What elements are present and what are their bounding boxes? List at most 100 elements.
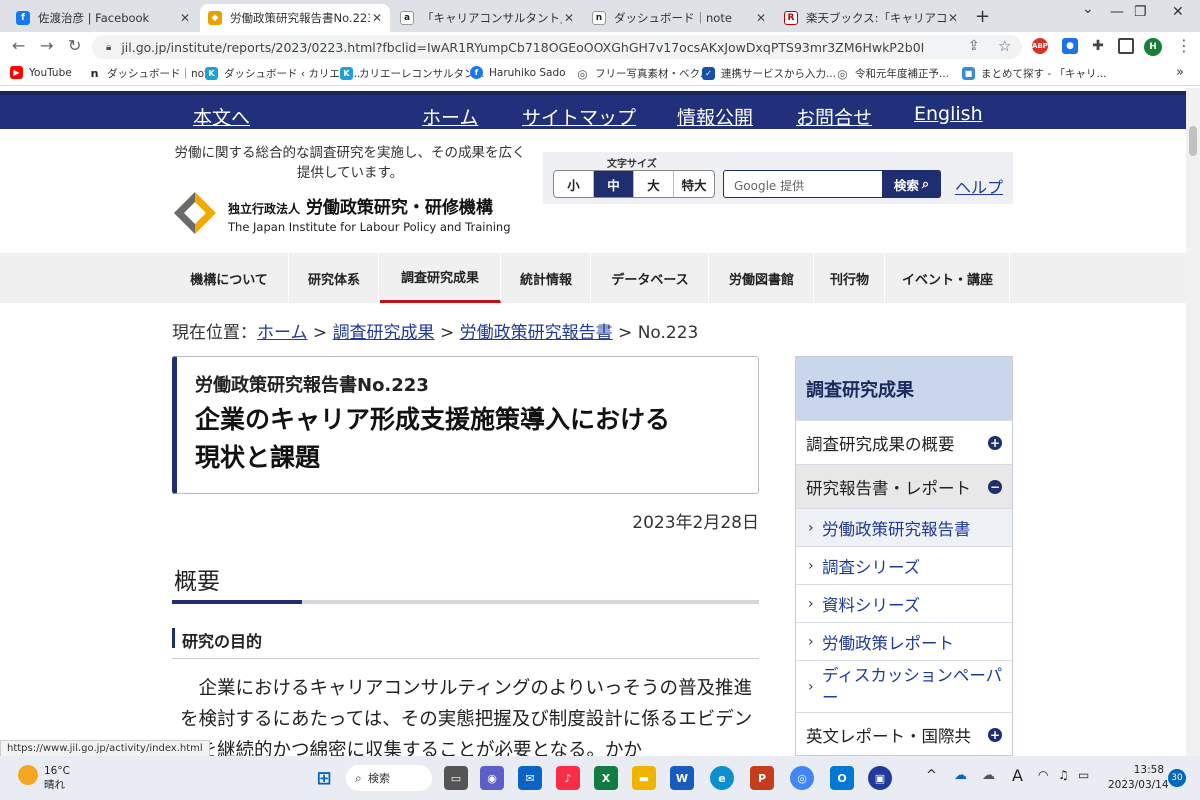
back-icon[interactable]: ← — [12, 36, 25, 55]
new-tab-button[interactable]: + — [975, 6, 990, 27]
taskbar-search[interactable]: ⌕ 検索 — [346, 765, 432, 791]
volume-icon[interactable]: ♫ — [1058, 768, 1069, 782]
browser-tab[interactable]: n ダッシュボード｜note ✕ — [584, 4, 774, 32]
contact-link[interactable]: お問合せ — [796, 103, 872, 130]
bookmark-item[interactable]: K カリエーレコンサルタン... — [340, 66, 485, 81]
bookmark-item[interactable]: ▶ YouTube — [10, 66, 72, 79]
outlook-icon[interactable]: O — [830, 766, 854, 790]
mail-icon[interactable]: ✉ — [518, 766, 542, 790]
word-icon[interactable]: W — [670, 766, 694, 790]
excel-icon[interactable]: X — [594, 766, 618, 790]
puzzle-icon[interactable]: ✚ — [1090, 38, 1106, 54]
bookmark-item[interactable]: ✓ 連携サービスから入力... — [702, 66, 836, 81]
chrome-icon[interactable]: ◎ — [790, 766, 814, 790]
scrollbar-thumb[interactable] — [1189, 126, 1197, 156]
sidebar-subitem-policy-reports[interactable]: 労働政策研究報告書 — [796, 508, 1012, 546]
restore-icon[interactable]: ❐ — [1134, 4, 1147, 20]
site-logo[interactable]: 独立行政法人 労働政策研究・研修機構 The Japan Institute f… — [172, 190, 511, 236]
menu-icon[interactable]: ⋮ — [1176, 36, 1192, 55]
adblock-icon[interactable]: ABP — [1032, 38, 1048, 54]
weather-widget[interactable]: 16°C 晴れ — [44, 764, 70, 792]
collapse-icon[interactable]: − — [988, 479, 1002, 494]
more-bookmarks-icon[interactable]: » — [1176, 65, 1184, 80]
close-icon[interactable]: ✕ — [180, 11, 190, 25]
english-link[interactable]: English — [914, 103, 983, 125]
windows-start-icon[interactable]: ⊞ — [312, 766, 336, 790]
gnav-research-results[interactable]: 調査研究成果 — [380, 253, 501, 303]
gnav-research-system[interactable]: 研究体系 — [290, 253, 379, 303]
task-view-icon[interactable]: ▭ — [444, 766, 468, 790]
help-link[interactable]: ヘルプ — [955, 174, 1003, 198]
font-size-large-button[interactable]: 大 — [634, 171, 674, 197]
gnav-events[interactable]: イベント・講座 — [886, 253, 1010, 303]
close-icon[interactable]: ✕ — [564, 11, 574, 25]
close-icon[interactable]: ✕ — [756, 11, 766, 25]
bookmark-item[interactable]: n ダッシュボード｜note — [88, 66, 215, 81]
expand-icon[interactable]: + — [988, 435, 1002, 450]
app-icon[interactable]: ▣ — [868, 766, 892, 790]
music-icon[interactable]: ♪ — [556, 766, 580, 790]
sidepanel-icon[interactable] — [1118, 38, 1134, 54]
wifi-icon[interactable]: ◠ — [1038, 768, 1048, 782]
battery-icon[interactable]: ▭ — [1078, 768, 1089, 782]
gnav-library[interactable]: 労働図書館 — [710, 253, 814, 303]
bookmark-item[interactable]: ◎ フリー写真素材・ベク... — [576, 66, 710, 81]
bookmark-item[interactable]: f Haruhiko Sado — [470, 66, 566, 79]
sidebar-subitem-material-series[interactable]: 資料シリーズ — [796, 584, 1012, 622]
font-size-small-button[interactable]: 小 — [554, 171, 594, 197]
sitemap-link[interactable]: サイトマップ — [522, 103, 636, 130]
minimize-icon[interactable]: — — [1110, 4, 1124, 20]
extension-icon[interactable]: ● — [1062, 38, 1078, 54]
chevron-down-icon[interactable]: ⌄ — [1082, 1, 1094, 17]
sidebar-item-reports[interactable]: 研究報告書・レポート − — [796, 464, 1012, 508]
bookmark-item[interactable]: ■ まとめて探す - 「キャリ... — [962, 66, 1106, 81]
bookmark-item[interactable]: K ダッシュボード ‹ カリエー... — [205, 66, 360, 81]
sidebar-subitem-survey-series[interactable]: 調査シリーズ — [796, 546, 1012, 584]
address-bar[interactable]: 🔒︎ jil.go.jp/institute/reports/2023/0223… — [92, 35, 1022, 59]
home-link[interactable]: ホーム — [422, 103, 478, 130]
breadcrumb-reports[interactable]: 労働政策研究報告書 — [460, 323, 613, 343]
ime-indicator[interactable]: A — [1012, 766, 1023, 785]
breadcrumb-home[interactable]: ホーム — [257, 323, 308, 343]
browser-tab[interactable]: a 「キャリアコンサルタント」で自立する… ✕ — [392, 4, 582, 32]
bookmark-star-icon[interactable]: ☆ — [998, 37, 1011, 55]
font-size-medium-button[interactable]: 中 — [594, 171, 634, 197]
search-button[interactable]: 検索 ⌕ — [882, 170, 941, 198]
reload-icon[interactable]: ↻ — [68, 36, 81, 55]
forward-icon[interactable]: → — [40, 36, 53, 55]
disclosure-link[interactable]: 情報公開 — [677, 103, 753, 130]
window-close-icon[interactable]: ✕ — [1172, 4, 1184, 20]
cloud-icon[interactable]: ☁ — [982, 768, 995, 783]
powerpoint-icon[interactable]: P — [750, 766, 774, 790]
sidebar-item-overview[interactable]: 調査研究成果の概要 + — [796, 420, 1012, 464]
close-icon[interactable]: ✕ — [372, 11, 382, 25]
browser-tab-active[interactable]: ◆ 労働政策研究報告書No.223「企業のキャ… ✕ — [200, 4, 390, 32]
file-explorer-icon[interactable]: ▬ — [632, 766, 656, 790]
gnav-database[interactable]: データベース — [592, 253, 709, 303]
browser-tab[interactable]: R 楽天ブックス:「キャリアコンサルタン… ✕ — [776, 4, 966, 32]
sidebar-item-english-reports[interactable]: 英文レポート・国際共 + — [796, 712, 1012, 756]
breadcrumb-research-results[interactable]: 調査研究成果 — [333, 323, 435, 343]
edge-icon[interactable]: e — [710, 766, 734, 790]
profile-avatar[interactable]: H — [1144, 38, 1162, 56]
page-scrollbar[interactable] — [1186, 88, 1200, 756]
browser-tab[interactable]: f 佐渡治彦 | Facebook ✕ — [8, 4, 198, 32]
bookmark-item[interactable]: ◎ 令和元年度補正予... — [836, 66, 949, 81]
font-size-xlarge-button[interactable]: 特大 — [674, 171, 714, 197]
gnav-about[interactable]: 機構について — [170, 253, 289, 303]
weather-icon[interactable] — [18, 765, 38, 785]
expand-icon[interactable]: + — [988, 727, 1002, 742]
link-service-icon: ✓ — [702, 67, 715, 80]
gnav-statistics[interactable]: 統計情報 — [502, 253, 591, 303]
sidebar-subitem-discussion-paper[interactable]: ディスカッションペーパー — [796, 660, 1012, 712]
teams-chat-icon[interactable]: ◉ — [480, 766, 504, 790]
close-icon[interactable]: ✕ — [948, 11, 958, 25]
share-icon[interactable]: ⇪ — [968, 38, 980, 54]
notification-badge[interactable]: 30 — [1168, 769, 1186, 787]
onedrive-icon[interactable]: ☁ — [954, 768, 967, 783]
gnav-publications[interactable]: 刊行物 — [815, 253, 885, 303]
tray-chevron-icon[interactable]: ^ — [926, 768, 937, 783]
skip-to-content-link[interactable]: 本文へ — [193, 103, 250, 130]
clock[interactable]: 13:58 2023/03/14 — [1108, 763, 1169, 793]
sidebar-subitem-policy-report[interactable]: 労働政策レポート — [796, 622, 1012, 660]
